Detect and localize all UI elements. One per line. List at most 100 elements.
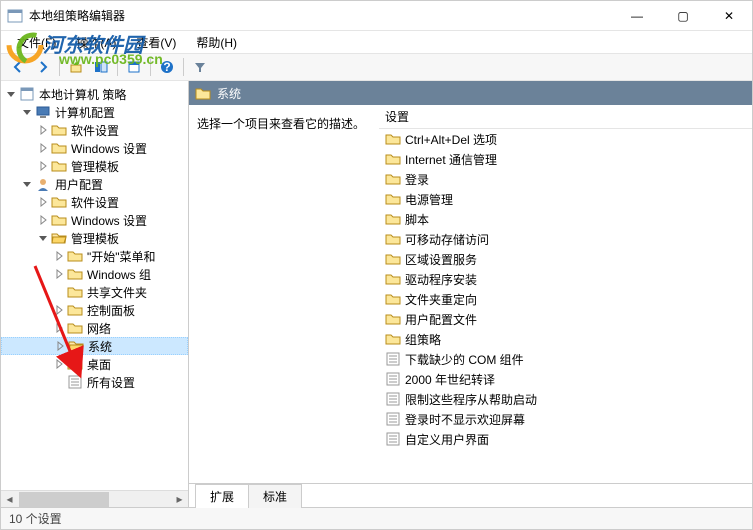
- content-area: 本地计算机 策略计算机配置软件设置Windows 设置管理模板用户配置软件设置W…: [1, 81, 752, 507]
- tree-all-settings[interactable]: 所有设置: [1, 373, 188, 391]
- tree-user-software[interactable]: 软件设置: [1, 193, 188, 211]
- twisty-icon[interactable]: [53, 322, 65, 334]
- list-item[interactable]: 用户配置文件: [379, 309, 752, 329]
- menu-help[interactable]: 帮助(H): [188, 32, 245, 53]
- twisty-icon[interactable]: [53, 304, 65, 316]
- folder-icon: [385, 171, 401, 187]
- tree-start-menu[interactable]: "开始"菜单和: [1, 247, 188, 265]
- twisty-icon[interactable]: [53, 286, 65, 298]
- twisty-icon[interactable]: [53, 358, 65, 370]
- list-item[interactable]: Internet 通信管理: [379, 149, 752, 169]
- list-item-label: 组策略: [405, 331, 441, 348]
- tree-item-label: Windows 设置: [71, 140, 147, 157]
- tree-item-label: 网络: [87, 320, 111, 337]
- tab-standard[interactable]: 标准: [248, 484, 302, 508]
- list-item[interactable]: Ctrl+Alt+Del 选项: [379, 129, 752, 149]
- twisty-icon[interactable]: [5, 88, 17, 100]
- properties-button[interactable]: [123, 56, 145, 78]
- list-item[interactable]: 电源管理: [379, 189, 752, 209]
- twisty-icon[interactable]: [21, 178, 33, 190]
- folder-icon: [385, 251, 401, 267]
- tree-windows-settings[interactable]: Windows 设置: [1, 139, 188, 157]
- folder-icon: [385, 211, 401, 227]
- maximize-button[interactable]: ▢: [660, 1, 706, 31]
- tree-item-label: 桌面: [87, 356, 111, 373]
- list-item-label: Internet 通信管理: [405, 151, 497, 168]
- help-button[interactable]: ?: [156, 56, 178, 78]
- tab-strip: 扩展 标准: [189, 483, 752, 507]
- tab-extended[interactable]: 扩展: [195, 484, 249, 508]
- list-item[interactable]: 限制这些程序从帮助启动: [379, 389, 752, 409]
- twisty-icon[interactable]: [53, 250, 65, 262]
- list-item[interactable]: 文件夹重定向: [379, 289, 752, 309]
- tree-shared-folders[interactable]: 共享文件夹: [1, 283, 188, 301]
- twisty-icon[interactable]: [37, 124, 49, 136]
- folder-icon: [385, 311, 401, 327]
- list-item[interactable]: 下载缺少的 COM 组件: [379, 349, 752, 369]
- tree-desktop[interactable]: 桌面: [1, 355, 188, 373]
- menu-file[interactable]: 文件(F): [9, 32, 64, 53]
- list-item[interactable]: 组策略: [379, 329, 752, 349]
- list-item[interactable]: 登录: [379, 169, 752, 189]
- svg-text:?: ?: [163, 60, 170, 74]
- tree-software-settings[interactable]: 软件设置: [1, 121, 188, 139]
- filter-button[interactable]: [189, 56, 211, 78]
- folder-icon: [67, 320, 83, 336]
- twisty-icon[interactable]: [53, 376, 65, 388]
- list-item[interactable]: 自定义用户界面: [379, 429, 752, 449]
- twisty-icon[interactable]: [37, 214, 49, 226]
- separator: [117, 58, 118, 76]
- folder-icon: [195, 85, 211, 101]
- scroll-left-icon[interactable]: ◂: [1, 491, 18, 508]
- show-hide-tree-button[interactable]: [90, 56, 112, 78]
- minimize-button[interactable]: —: [614, 1, 660, 31]
- tree-computer-config[interactable]: 计算机配置: [1, 103, 188, 121]
- setting-icon: [385, 391, 401, 407]
- twisty-icon[interactable]: [37, 232, 49, 244]
- list-item[interactable]: 登录时不显示欢迎屏幕: [379, 409, 752, 429]
- tree-item-label: 共享文件夹: [87, 284, 147, 301]
- tree-network[interactable]: 网络: [1, 319, 188, 337]
- setting-icon: [385, 371, 401, 387]
- toolbar: ?: [1, 53, 752, 81]
- tree: 本地计算机 策略计算机配置软件设置Windows 设置管理模板用户配置软件设置W…: [1, 81, 188, 395]
- twisty-icon[interactable]: [54, 340, 66, 352]
- back-button[interactable]: [7, 56, 29, 78]
- up-button[interactable]: [65, 56, 87, 78]
- twisty-icon[interactable]: [37, 196, 49, 208]
- list-item[interactable]: 脚本: [379, 209, 752, 229]
- tree-user-windows[interactable]: Windows 设置: [1, 211, 188, 229]
- twisty-icon[interactable]: [37, 142, 49, 154]
- tree-item-label: 管理模板: [71, 158, 119, 175]
- list-item[interactable]: 区域设置服务: [379, 249, 752, 269]
- horizontal-scrollbar[interactable]: ◂ ▸: [1, 490, 188, 507]
- tree-root[interactable]: 本地计算机 策略: [1, 85, 188, 103]
- folder-icon: [385, 231, 401, 247]
- twisty-icon[interactable]: [53, 268, 65, 280]
- window-title: 本地组策略编辑器: [29, 7, 614, 24]
- list-item[interactable]: 驱动程序安装: [379, 269, 752, 289]
- close-button[interactable]: ✕: [706, 1, 752, 31]
- menu-view[interactable]: 查看(V): [128, 32, 184, 53]
- list-item[interactable]: 2000 年世纪转译: [379, 369, 752, 389]
- twisty-icon[interactable]: [21, 106, 33, 118]
- scroll-thumb[interactable]: [19, 492, 109, 507]
- scroll-right-icon[interactable]: ▸: [171, 491, 188, 508]
- forward-button[interactable]: [32, 56, 54, 78]
- tree-system[interactable]: 系统: [1, 337, 188, 355]
- list-item-label: 用户配置文件: [405, 311, 477, 328]
- tree-item-label: 软件设置: [71, 122, 119, 139]
- menu-action[interactable]: 操作(A): [68, 32, 124, 53]
- folder-icon: [51, 230, 67, 246]
- folder-icon: [385, 291, 401, 307]
- list-header-settings[interactable]: 设置: [379, 105, 752, 129]
- tree-user-config[interactable]: 用户配置: [1, 175, 188, 193]
- list-item-label: 限制这些程序从帮助启动: [405, 391, 537, 408]
- tree-windows-components[interactable]: Windows 组: [1, 265, 188, 283]
- twisty-icon[interactable]: [37, 160, 49, 172]
- list-item[interactable]: 可移动存储访问: [379, 229, 752, 249]
- tree-control-panel[interactable]: 控制面板: [1, 301, 188, 319]
- tree-admin-templates[interactable]: 管理模板: [1, 157, 188, 175]
- tree-item-label: 计算机配置: [55, 104, 115, 121]
- tree-user-admin-templates[interactable]: 管理模板: [1, 229, 188, 247]
